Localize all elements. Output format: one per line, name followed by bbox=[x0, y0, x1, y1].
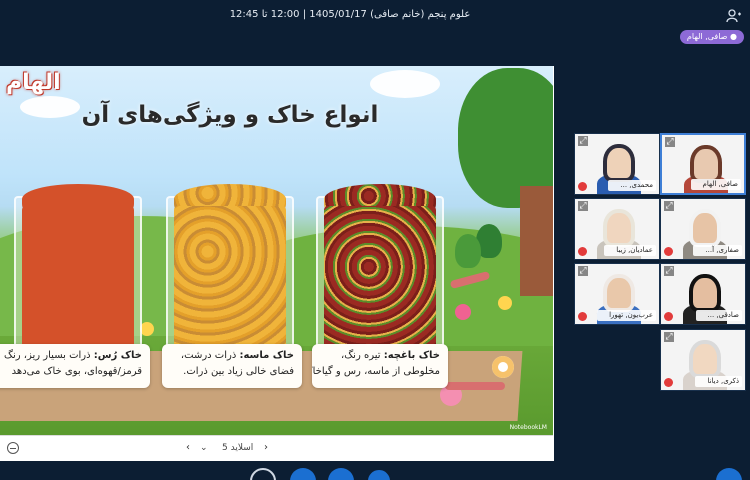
worm bbox=[445, 382, 505, 390]
slide-brand: الهام bbox=[6, 70, 61, 95]
cloud bbox=[370, 70, 440, 98]
chevron-left-icon: ‹ bbox=[186, 442, 190, 453]
class-title: علوم پنجم (خانم صافی) 1405/01/17 | 12:00… bbox=[229, 9, 471, 20]
chevron-down-icon: ⌄ bbox=[200, 443, 208, 453]
garden-soil-cup bbox=[316, 184, 444, 366]
participant-face bbox=[694, 149, 718, 179]
slide-image: الهام انواع خاک و ویژگی‌های آن خاک باغچه… bbox=[0, 66, 553, 435]
participant-face bbox=[607, 278, 631, 308]
mic-button[interactable] bbox=[290, 468, 316, 480]
flower bbox=[498, 296, 512, 310]
slide-number-select[interactable]: اسلاید 5 bbox=[222, 443, 253, 453]
camera-button[interactable] bbox=[328, 468, 354, 480]
webcam-tile[interactable]: ⤢ صافی, الهام bbox=[660, 133, 746, 195]
webcam-tile[interactable]: ⤢ محمدی, ... bbox=[574, 133, 660, 195]
mic-off-icon bbox=[578, 312, 587, 321]
participant-name: محمدی, ... bbox=[608, 180, 656, 191]
mic-off-icon bbox=[664, 378, 673, 387]
participant-name: ذکری, دیانا bbox=[695, 376, 742, 387]
meeting-window: علوم پنجم (خانم صافی) 1405/01/17 | 12:00… bbox=[0, 0, 750, 480]
caption-head: خاک رُس: bbox=[93, 350, 142, 361]
users-icon[interactable] bbox=[726, 8, 742, 23]
caption-head: خاک ماسه: bbox=[239, 350, 294, 361]
tree-trunk bbox=[520, 186, 553, 296]
slide-title: انواع خاک و ویژگی‌های آن bbox=[81, 102, 379, 128]
expand-icon[interactable]: ⤢ bbox=[578, 201, 588, 211]
top-bar: علوم پنجم (خانم صافی) 1405/01/17 | 12:00… bbox=[0, 0, 750, 30]
expand-icon[interactable]: ⤢ bbox=[664, 201, 674, 211]
presentation-area: الهام انواع خاک و ویژگی‌های آن خاک باغچه… bbox=[0, 66, 554, 461]
sand-soil-cup bbox=[166, 184, 294, 366]
caption-line: تیره رنگ، bbox=[340, 350, 384, 361]
mic-off-icon bbox=[578, 247, 587, 256]
mic-off-icon bbox=[664, 312, 673, 321]
caption-line: قرمز/قهوه‌ای، بوی خاک می‌دهد bbox=[11, 366, 142, 377]
participant-name: عمادیان, زیبا bbox=[604, 245, 656, 256]
expand-icon[interactable]: ⤢ bbox=[664, 266, 674, 276]
caption-line: مخلوطی از ماسه، رس و گیاخاک. bbox=[312, 366, 440, 377]
flower bbox=[492, 356, 514, 378]
webcam-tile[interactable]: ⤢ ذکری, دیانا bbox=[660, 329, 746, 391]
webcam-tile[interactable]: ⤢ عمادیان, زیبا bbox=[574, 198, 660, 260]
mic-off-icon bbox=[664, 247, 673, 256]
slide-navigation-bar: ‹ ⌄ اسلاید 5 › bbox=[0, 435, 553, 461]
participant-face bbox=[693, 344, 717, 374]
participant-name: صفاری, آ... bbox=[693, 245, 742, 256]
flower bbox=[455, 304, 471, 320]
participant-face bbox=[607, 213, 631, 243]
webcam-tile[interactable]: ⤢ عرب‌یون, تهورا bbox=[574, 263, 660, 325]
presenter-name: صافی, الهام bbox=[686, 32, 728, 41]
participant-name: عرب‌یون, تهورا bbox=[597, 310, 656, 321]
caption-sand-soil: خاک ماسه: ذرات درشت، فضای خالی زیاد بین … bbox=[162, 344, 302, 388]
slide-select-caret[interactable]: ⌄ bbox=[200, 443, 208, 453]
participant-face bbox=[693, 278, 717, 308]
share-button[interactable] bbox=[366, 468, 392, 480]
expand-icon[interactable]: ⤢ bbox=[578, 266, 588, 276]
chevron-right-icon: › bbox=[264, 442, 268, 453]
caption-line: ذرات درشت، bbox=[180, 350, 240, 361]
participant-face bbox=[607, 148, 631, 178]
mic-off-icon bbox=[578, 182, 587, 191]
caption-line: ذرات بسیار ریز، رنگ bbox=[4, 350, 94, 361]
flower bbox=[140, 322, 154, 336]
actions-button[interactable] bbox=[716, 468, 742, 480]
caption-head: خاک باغچه: bbox=[383, 350, 440, 361]
zoom-out-icon[interactable] bbox=[7, 442, 19, 454]
expand-icon[interactable]: ⤢ bbox=[665, 137, 675, 147]
webcam-tile[interactable]: ⤢ صفاری, آ... bbox=[660, 198, 746, 260]
expand-icon[interactable]: ⤢ bbox=[578, 136, 588, 146]
presenter-chip[interactable]: ● صافی, الهام bbox=[679, 30, 744, 44]
participant-name: صادقی, ... bbox=[695, 310, 742, 321]
webcam-tile[interactable]: ⤢ صادقی, ... bbox=[660, 263, 746, 325]
expand-icon[interactable]: ⤢ bbox=[664, 332, 674, 342]
caption-garden-soil: خاک باغچه: تیره رنگ، مخلوطی از ماسه، رس … bbox=[312, 344, 448, 388]
leave-button[interactable] bbox=[250, 468, 276, 480]
clay-soil-cup bbox=[14, 184, 142, 366]
next-slide-button[interactable]: › bbox=[264, 442, 268, 453]
participant-face bbox=[693, 213, 717, 243]
caption-line: فضای خالی زیاد بین ذرات. bbox=[183, 366, 294, 377]
participant-name: صافی, الهام bbox=[690, 179, 741, 190]
prev-slide-button[interactable]: ‹ bbox=[186, 442, 190, 453]
presenter-icon: ● bbox=[727, 32, 737, 41]
small-tree bbox=[455, 234, 481, 268]
caption-clay-soil: خاک رُس: ذرات بسیار ریز، رنگ قرمز/قهوه‌ا… bbox=[0, 344, 150, 388]
notebooklm-watermark: NotebookLM bbox=[509, 424, 547, 431]
